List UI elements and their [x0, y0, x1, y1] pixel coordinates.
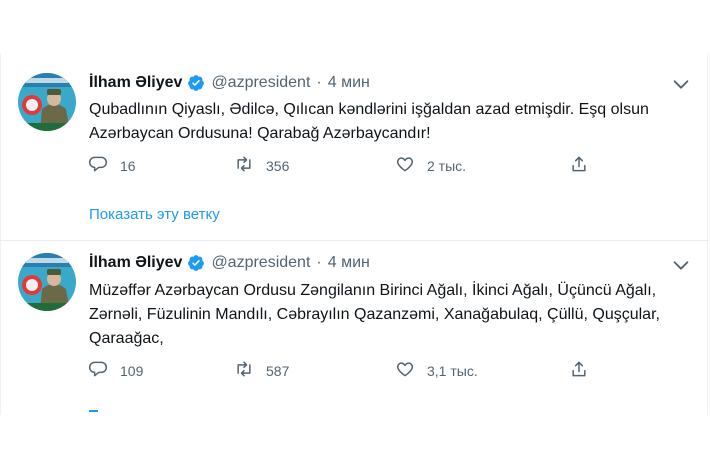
verified-badge-icon — [187, 254, 205, 272]
reply-count: 16 — [120, 157, 136, 174]
like-count: 3,1 тыс. — [427, 362, 478, 379]
like-button[interactable]: 2 тыс. — [395, 154, 466, 177]
verified-badge-icon — [187, 74, 205, 92]
reply-button[interactable]: 16 — [88, 154, 136, 177]
header-separator: · — [316, 254, 322, 271]
chevron-down-icon[interactable] — [670, 254, 692, 276]
tweet-card[interactable]: İlham Əliyev @azpresident · 4 мин Qubadl… — [0, 53, 708, 240]
avatar[interactable] — [18, 73, 76, 131]
share-button[interactable] — [569, 154, 589, 177]
tweet-header: İlham Əliyev @azpresident · 4 мин — [89, 72, 370, 94]
header-separator: · — [316, 74, 322, 91]
author-handle[interactable]: @azpresident — [211, 74, 310, 92]
show-thread-link[interactable]: Показать эту ветку — [89, 206, 220, 223]
reply-icon — [88, 359, 108, 382]
retweet-icon — [234, 359, 254, 382]
reply-icon — [88, 154, 108, 177]
author-handle[interactable]: @azpresident — [211, 254, 310, 272]
reply-count: 109 — [120, 362, 144, 379]
tweet-actions: 16 356 2 тыс. — [88, 154, 598, 178]
reply-button[interactable]: 109 — [88, 359, 143, 382]
share-icon — [569, 154, 589, 177]
retweet-icon — [234, 154, 254, 177]
chevron-down-icon[interactable] — [670, 73, 692, 95]
retweet-button[interactable]: 356 — [234, 154, 289, 177]
tweet-card[interactable]: İlham Əliyev @azpresident · 4 мин Müzəff… — [0, 241, 708, 415]
like-button[interactable]: 3,1 тыс. — [395, 359, 478, 382]
author-name[interactable]: İlham Əliyev — [89, 254, 182, 272]
heart-icon — [395, 359, 415, 382]
retweet-count: 356 — [266, 157, 290, 174]
tweet-timestamp[interactable]: 4 мин — [328, 254, 370, 272]
like-count: 2 тыс. — [427, 157, 467, 174]
tweet-timestamp[interactable]: 4 мин — [328, 74, 370, 92]
share-icon — [569, 359, 589, 382]
tweet-header: İlham Əliyev @azpresident · 4 мин — [89, 252, 370, 274]
tweet-actions: 109 587 3,1 тыс. — [88, 359, 598, 383]
author-name[interactable]: İlham Əliyev — [89, 74, 182, 92]
tweet-text: Qubadlının Qiyaslı, Ədilcə, Qılıcan kənd… — [89, 101, 649, 142]
retweet-count: 587 — [266, 362, 290, 379]
retweet-button[interactable]: 587 — [234, 359, 289, 382]
tweet-timeline: İlham Əliyev @azpresident · 4 мин Qubadl… — [0, 53, 710, 415]
heart-icon — [395, 154, 415, 177]
tweet-text: Müzəffər Azərbaycan Ordusu Zəngilanın Bi… — [89, 282, 660, 347]
avatar[interactable] — [18, 253, 76, 311]
show-thread-link-partial[interactable] — [89, 410, 98, 412]
share-button[interactable] — [569, 359, 589, 382]
